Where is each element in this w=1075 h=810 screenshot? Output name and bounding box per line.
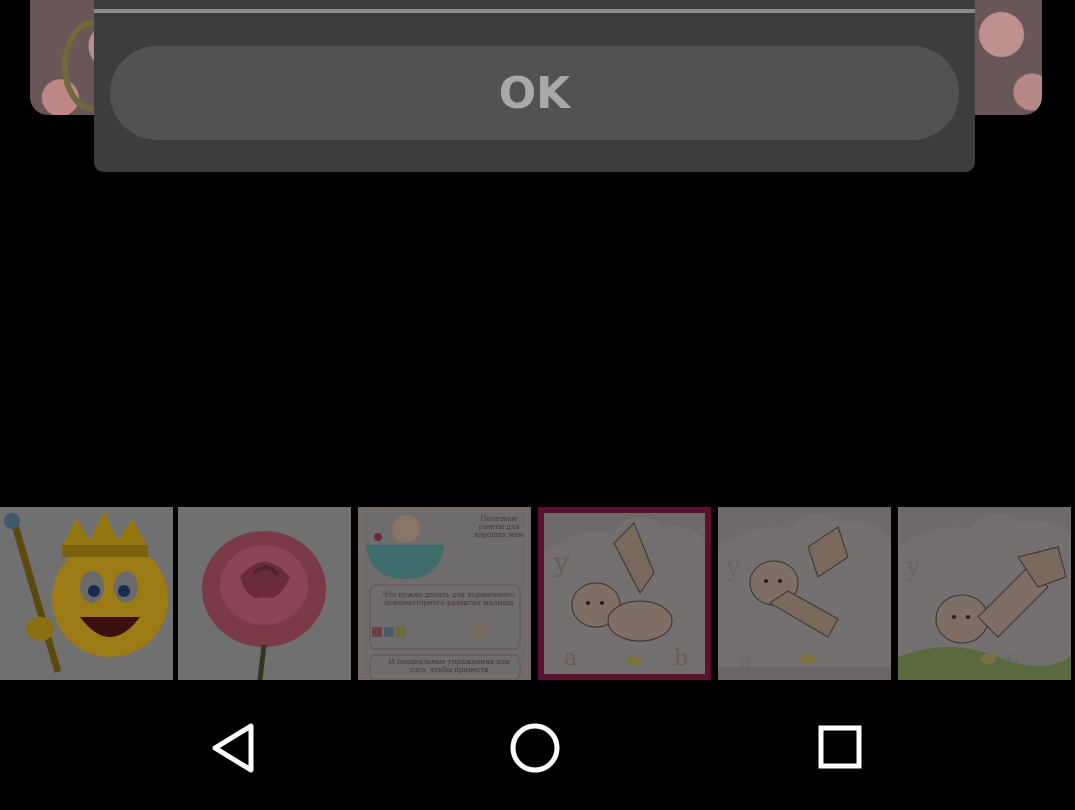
thumbnail-baby-massage-2[interactable]: y a [718, 507, 891, 680]
baby-massage-3-image: y a b [898, 507, 1071, 680]
nav-recents-button[interactable] [804, 713, 874, 783]
baby-massage-1-image: y a b [544, 513, 705, 674]
emoji-king-image [0, 507, 173, 680]
ok-button[interactable]: OK [110, 46, 959, 140]
screen: OK Полезные советы для хороших мам Что н… [0, 0, 1075, 810]
svg-text:y: y [553, 548, 569, 578]
svg-text:y: y [905, 552, 921, 582]
recents-icon [818, 725, 862, 769]
thumbnail-pink-rose[interactable] [178, 507, 351, 680]
dialog: OK [94, 0, 975, 172]
poster-body-text: Что нужно делать для нормального психомо… [382, 591, 516, 607]
poster-footer-text: И специальные упражнения для того, чтобы… [388, 658, 510, 674]
nav-back-button[interactable] [198, 713, 268, 783]
poster-title-text: Полезные советы для хороших мам [474, 515, 524, 539]
thumbnail-emoji-king[interactable] [0, 507, 173, 680]
rose-image [178, 507, 351, 680]
navigation-bar [0, 683, 1075, 810]
svg-text:y: y [725, 552, 741, 582]
dialog-divider [94, 9, 975, 13]
thumbnail-baby-tips-poster[interactable]: Полезные советы для хороших мам Что нужн… [358, 507, 531, 680]
home-icon [510, 723, 560, 773]
thumbnail-baby-massage-3[interactable]: y a b [898, 507, 1071, 680]
nav-home-button[interactable] [500, 713, 570, 783]
thumbnail-strip: Полезные советы для хороших мам Что нужн… [0, 507, 1075, 681]
baby-massage-2-image: y a [718, 507, 891, 680]
svg-text:a: a [564, 646, 577, 671]
thumbnail-baby-massage-1-selected[interactable]: y a b [538, 507, 711, 680]
svg-text:b: b [674, 646, 688, 671]
back-icon [212, 723, 254, 773]
